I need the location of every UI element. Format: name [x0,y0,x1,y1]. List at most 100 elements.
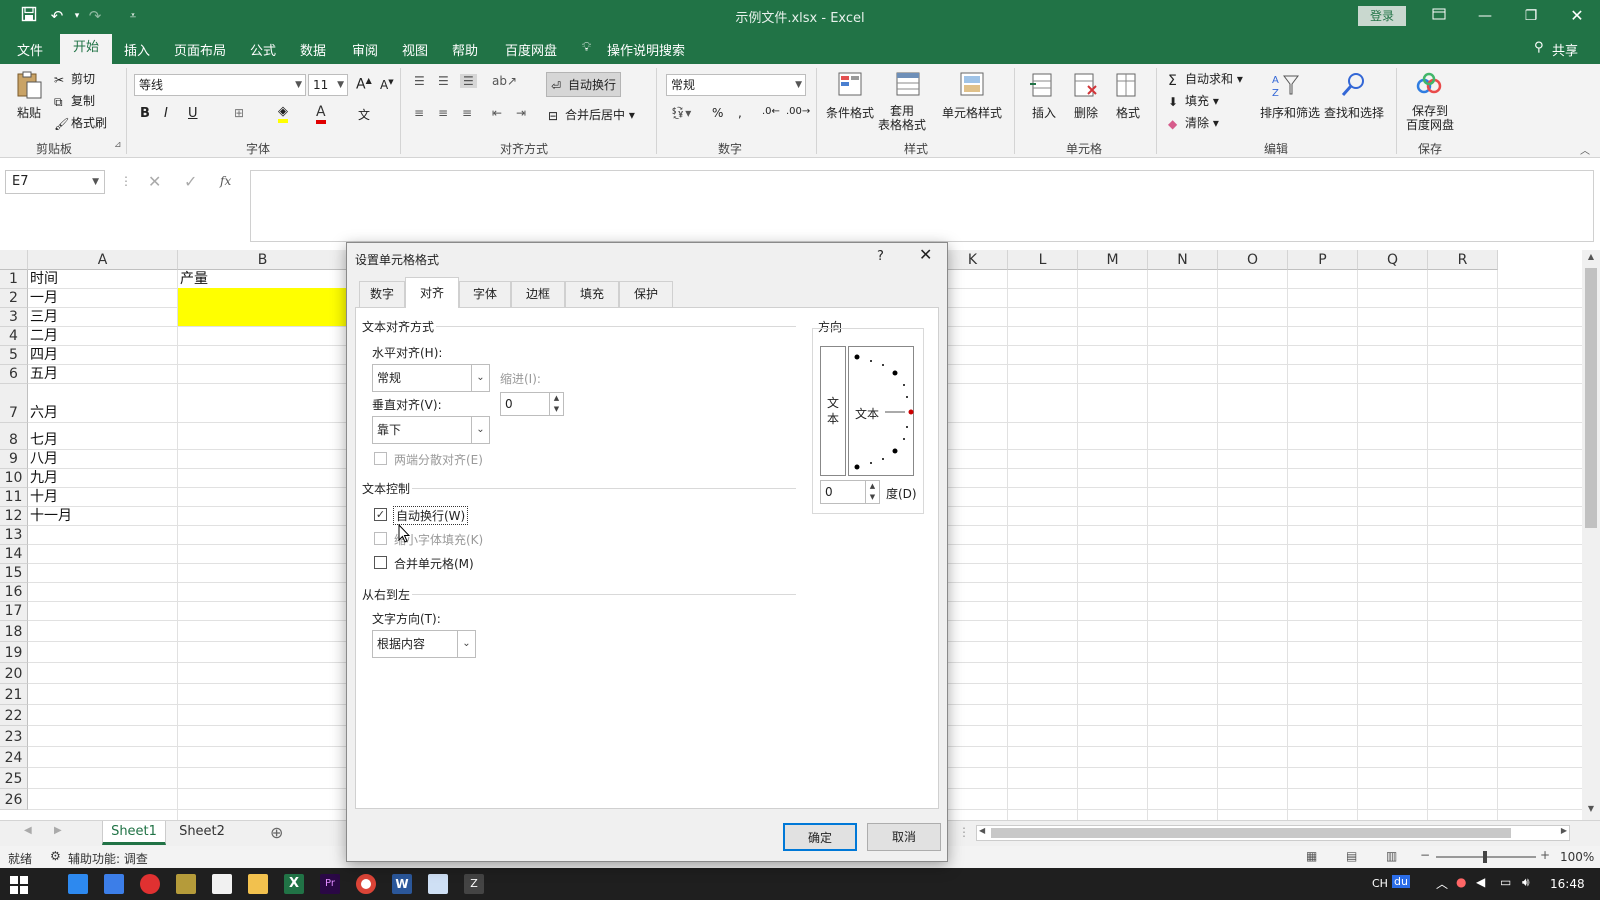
scroll-left-icon[interactable]: ◀ [979,826,985,835]
comma-icon[interactable]: , [738,106,742,120]
tab-help[interactable]: 帮助 [452,40,478,59]
cell[interactable]: 六月 [28,404,58,423]
cancel-entry-icon[interactable]: ✕ [148,172,161,191]
wrap-text-checkbox[interactable]: ✓ [374,508,387,521]
row-header[interactable]: 20 [0,663,28,684]
column-header[interactable]: Q [1358,250,1428,270]
spinner-arrows-icon[interactable]: ▲ ▼ [549,393,563,415]
column-header[interactable]: N [1148,250,1218,270]
clear-button[interactable]: ◆ 清除 ▾ [1168,114,1219,131]
column-header[interactable]: B [178,250,348,270]
insert-function-icon[interactable]: fx [220,174,231,188]
row-header[interactable]: 6 [0,365,28,384]
find-select-icon[interactable] [1338,70,1370,100]
show-hidden-icons-icon[interactable]: ︿ [1436,875,1448,892]
delete-cells-icon[interactable] [1070,70,1102,100]
horizontal-scroll-thumb[interactable] [991,828,1511,838]
horizontal-align-select[interactable]: 常规 ⌄ [372,364,490,392]
cancel-button[interactable]: 取消 [867,823,941,851]
spinner-arrows-icon[interactable]: ▲ ▼ [865,481,879,503]
wrap-text-button[interactable]: ⏎ 自动换行 [546,72,622,97]
chrome-icon[interactable] [356,874,376,894]
font-color-icon[interactable]: A [316,104,326,124]
column-header[interactable]: A [28,250,178,270]
cut-button[interactable]: ✂ 剪切 [54,70,95,87]
windows-start-icon[interactable] [10,876,28,894]
insert-cells-icon[interactable] [1028,70,1060,100]
column-header[interactable]: L [1008,250,1078,270]
app-icon[interactable]: Z [464,874,484,894]
app-icon[interactable] [104,874,124,894]
orientation-dial[interactable]: 文本 [848,346,914,476]
ime-indicator[interactable]: du [1392,875,1410,888]
conditional-format-button[interactable]: 条件格式 [826,104,874,121]
column-header[interactable]: O [1218,250,1288,270]
cell[interactable]: 五月 [28,365,58,384]
insert-cells-button[interactable]: 插入 [1032,104,1056,121]
close-window-icon[interactable]: ✕ [1562,4,1592,28]
cell-styles-icon[interactable] [958,70,990,100]
scroll-down-icon[interactable]: ▼ [1584,804,1598,816]
fill-button[interactable]: ⬇ 填充 ▾ [1168,92,1219,109]
conditional-format-icon[interactable] [836,70,868,100]
row-header[interactable]: 18 [0,621,28,642]
delete-cells-button[interactable]: 删除 [1074,104,1098,121]
ok-button[interactable]: 确定 [783,823,857,851]
baidu-cloud-icon[interactable] [1414,70,1446,100]
column-header[interactable]: K [938,250,1008,270]
vertical-scroll-thumb[interactable] [1585,268,1597,528]
name-box[interactable]: E7 ▼ [5,170,105,194]
number-format-combo[interactable]: 常规 ▼ [666,74,806,96]
zoom-slider-thumb[interactable] [1483,851,1487,863]
row-header[interactable]: 14 [0,545,28,564]
undo-icon[interactable]: ↶ [46,6,68,26]
column-header[interactable]: M [1078,250,1148,270]
row-header[interactable]: 15 [0,564,28,583]
scroll-tabs-left-icon[interactable]: ◀ [24,825,32,836]
cell[interactable]: 三月 [28,308,58,327]
decrease-font-icon[interactable]: A▼ [380,78,394,92]
tab-number[interactable]: 数字 [359,281,405,307]
scroll-up-icon[interactable]: ▲ [1584,252,1598,264]
row-header[interactable]: 11 [0,488,28,507]
sort-filter-icon[interactable]: AZ [1270,70,1302,100]
paste-icon[interactable] [14,70,46,100]
format-cells-button[interactable]: 格式 [1116,104,1140,121]
page-break-view-icon[interactable]: ▥ [1386,849,1397,863]
collapse-ribbon-icon[interactable]: ︿ [1580,142,1590,157]
cell[interactable]: 四月 [28,346,58,365]
tab-review[interactable]: 审阅 [352,40,378,59]
tray-app-icon[interactable]: ● [1456,875,1466,889]
zoom-slider[interactable] [1436,851,1536,863]
normal-view-icon[interactable]: ▦ [1306,849,1317,863]
merge-center-button[interactable]: ⊟ 合并后居中 ▾ [548,106,635,123]
tab-font[interactable]: 字体 [459,281,511,307]
scroll-tabs-right-icon[interactable]: ▶ [54,825,62,836]
save-to-baidu-button[interactable]: 保存到 百度网盘 [1406,104,1454,132]
restore-icon[interactable]: ❐ [1516,4,1546,28]
row-header[interactable]: 13 [0,526,28,545]
app-icon[interactable] [212,874,232,894]
row-header[interactable]: 10 [0,469,28,488]
autosum-button[interactable]: Σ 自动求和 ▾ [1168,70,1243,89]
sort-filter-button[interactable]: 排序和筛选 [1260,104,1320,121]
font-size-combo[interactable]: 11 ▼ [308,74,348,96]
align-right-icon[interactable]: ≡ [462,106,472,120]
add-sheet-icon[interactable]: ⊕ [270,823,283,842]
row-header[interactable]: 1 [0,270,28,289]
tell-me-search[interactable]: 操作说明搜索 [607,40,685,59]
cell[interactable]: 七月 [28,431,58,450]
align-left-icon[interactable]: ≡ [414,106,424,120]
share-button[interactable]: 共享 [1552,40,1578,59]
zoom-out-icon[interactable]: − [1420,848,1430,862]
tab-insert[interactable]: 插入 [124,40,150,59]
phonetic-icon[interactable]: 文 [358,106,370,123]
vertical-scrollbar[interactable]: ▲ ▼ [1582,250,1600,820]
scroll-right-icon[interactable]: ▶ [1561,826,1567,835]
cell[interactable]: 十一月 [28,507,72,526]
tray-app-icon[interactable]: ◀ [1476,875,1485,889]
row-header[interactable]: 19 [0,642,28,663]
font-name-combo[interactable]: 等线 ▼ [134,74,306,96]
row-header[interactable]: 2 [0,289,28,308]
row-header[interactable]: 23 [0,726,28,747]
